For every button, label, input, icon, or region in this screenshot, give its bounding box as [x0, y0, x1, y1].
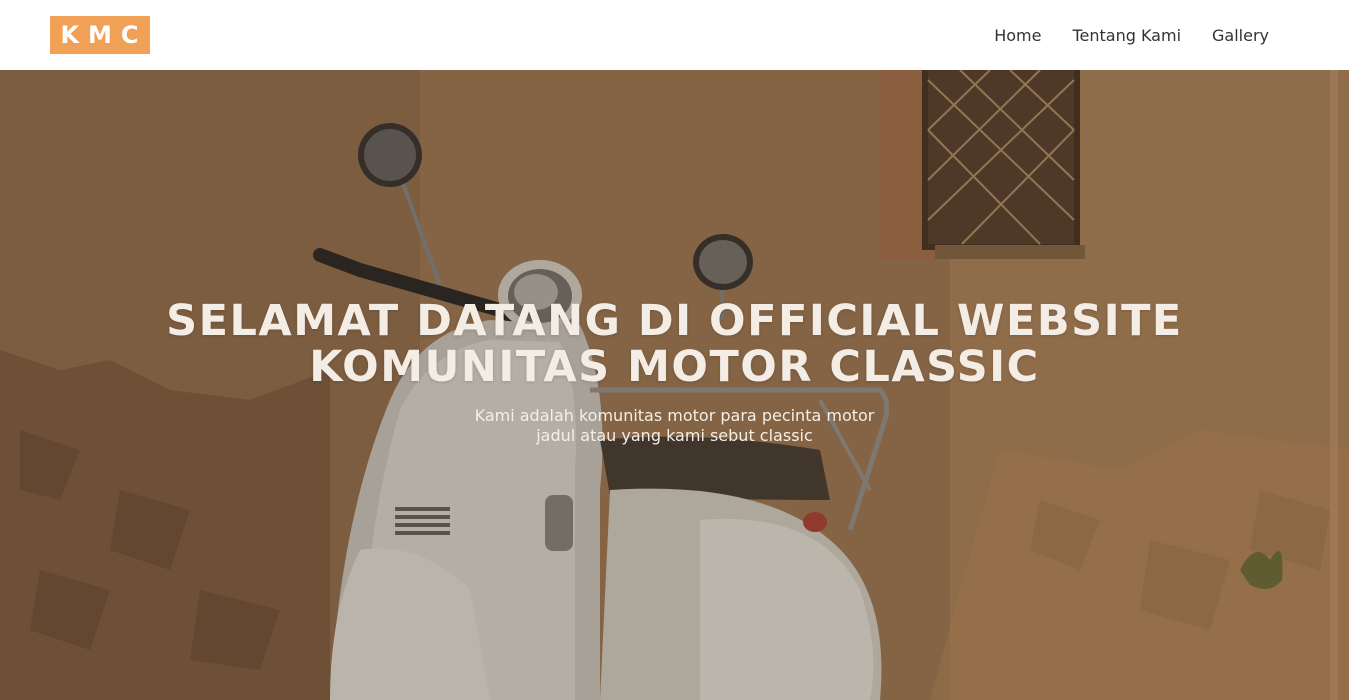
navbar: KMC Home Tentang Kami Gallery [0, 0, 1349, 70]
logo[interactable]: KMC [50, 16, 150, 54]
hero-title-line-2: KOMUNITAS MOTOR CLASSIC [309, 342, 1040, 392]
hero-content: SELAMAT DATANG DI OFFICIAL WEBSITE KOMUN… [0, 298, 1349, 446]
nav-link-tentang-kami[interactable]: Tentang Kami [1072, 26, 1181, 45]
nav-link-gallery[interactable]: Gallery [1212, 26, 1269, 45]
hero-subtitle: Kami adalah komunitas motor para pecinta… [0, 406, 1349, 446]
nav-link-home[interactable]: Home [994, 26, 1041, 45]
nav-menu: Home Tentang Kami Gallery [994, 26, 1269, 45]
hero-title: SELAMAT DATANG DI OFFICIAL WEBSITE KOMUN… [0, 298, 1349, 390]
hero-subtitle-line-2: jadul atau yang kami sebut classic [536, 426, 813, 445]
hero-section: SELAMAT DATANG DI OFFICIAL WEBSITE KOMUN… [0, 70, 1349, 700]
logo-text: KMC [60, 21, 148, 49]
hero-title-line-1: SELAMAT DATANG DI OFFICIAL WEBSITE [166, 296, 1183, 346]
hero-subtitle-line-1: Kami adalah komunitas motor para pecinta… [474, 406, 875, 425]
